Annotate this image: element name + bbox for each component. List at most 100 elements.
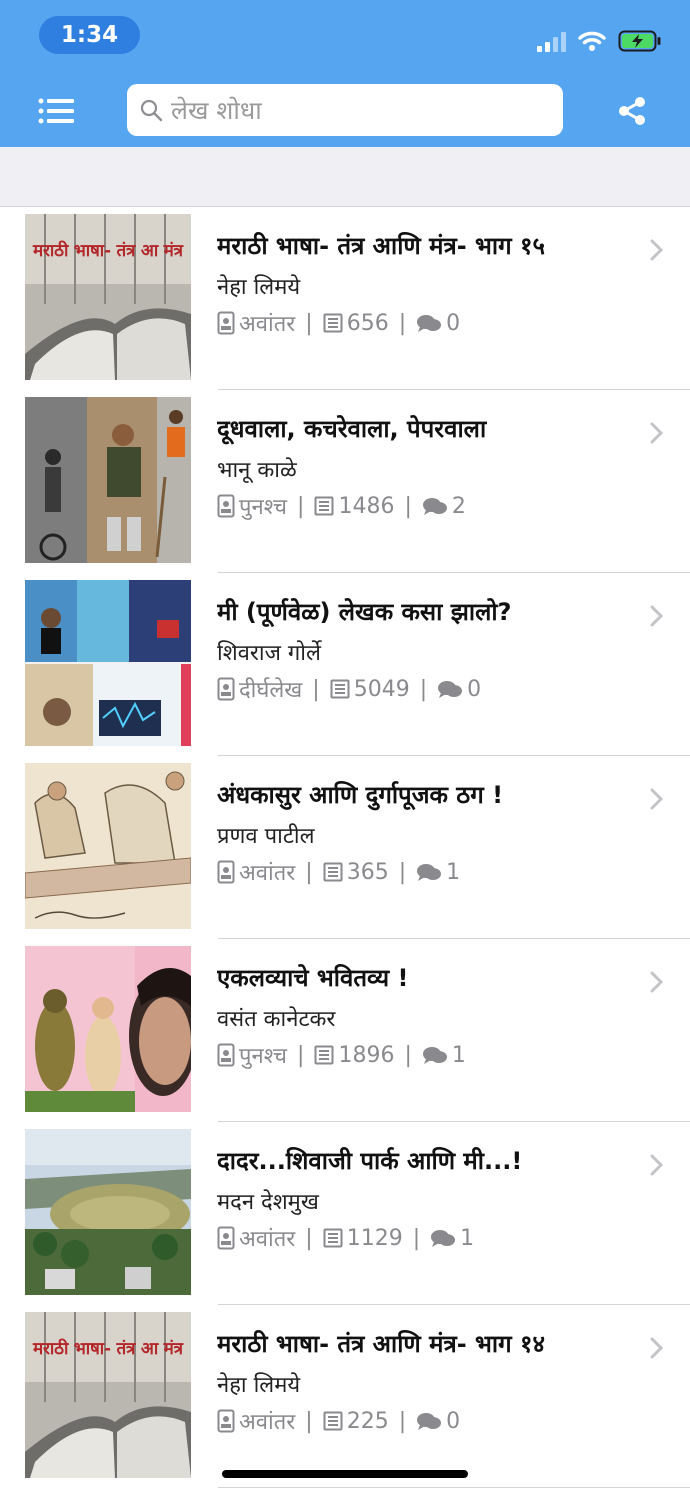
article-row[interactable]: मराठी भाषा- तंत्र आ मंत्र मराठी भाषा- तं…	[0, 1305, 690, 1488]
separator: |	[398, 310, 407, 336]
separator: |	[398, 859, 407, 885]
category-icon	[217, 1409, 235, 1433]
article-comments: 1	[460, 1225, 475, 1251]
views-icon	[323, 313, 343, 333]
article-thumbnail	[25, 1129, 191, 1295]
article-author: नेहा लिमये	[217, 275, 301, 300]
article-views: 5049	[353, 676, 410, 702]
comments-icon	[422, 1047, 447, 1064]
article-category: दीर्घलेख	[239, 678, 303, 703]
article-author: मदन देशमुख	[217, 1190, 319, 1215]
article-category: पुनश्च	[239, 495, 288, 520]
chevron-right-icon	[650, 1337, 664, 1359]
article-meta: अवांतर | 656 | 0	[217, 308, 460, 338]
chevron-right-icon	[650, 788, 664, 810]
article-views: 365	[346, 859, 389, 885]
article-title: एकलव्याचे भवितव्य !	[217, 964, 409, 992]
cellular-signal-icon	[537, 30, 566, 52]
chevron-right-icon	[650, 422, 664, 444]
battery-charging-icon	[618, 30, 661, 52]
article-meta: दीर्घलेख | 5049 | 0	[217, 674, 481, 704]
article-comments: 2	[451, 493, 466, 519]
menu-button[interactable]	[38, 96, 76, 126]
article-category: अवांतर	[239, 1410, 296, 1435]
article-thumbnail	[25, 580, 191, 746]
article-row[interactable]: मराठी भाषा- तंत्र आ मंत्र मराठी भाषा- तं…	[0, 207, 690, 390]
article-meta: अवांतर | 225 | 0	[217, 1406, 460, 1436]
article-row[interactable]: दूधवाला, कचरेवाला, पेपरवाला भानू काळे पु…	[0, 390, 690, 573]
app-header: 1:34	[0, 0, 690, 147]
separator: |	[297, 1042, 305, 1068]
article-author: वसंत कानेटकर	[217, 1007, 336, 1032]
comments-icon	[422, 498, 447, 515]
article-views: 225	[346, 1408, 389, 1434]
article-row[interactable]: दादर...शिवाजी पार्क आणि मी...! मदन देशमु…	[0, 1122, 690, 1305]
list-header-band	[0, 147, 690, 207]
separator: |	[312, 676, 320, 702]
separator: |	[412, 1225, 421, 1251]
category-icon	[217, 311, 235, 335]
status-icons	[537, 26, 662, 56]
comments-icon	[431, 1230, 456, 1247]
article-comments: 1	[451, 1042, 466, 1068]
search-icon	[140, 99, 163, 122]
article-meta: पुनश्च | 1486 | 2	[217, 491, 466, 521]
search-input[interactable]	[171, 95, 541, 125]
views-icon	[330, 679, 350, 699]
article-thumbnail	[25, 946, 191, 1112]
comments-icon	[417, 864, 442, 881]
share-button[interactable]	[616, 95, 648, 127]
article-category: अवांतर	[239, 312, 296, 337]
chevron-right-icon	[650, 605, 664, 627]
article-thumbnail	[25, 763, 191, 929]
views-icon	[314, 1045, 334, 1065]
row-divider	[218, 1487, 690, 1488]
article-category: अवांतर	[239, 861, 296, 886]
separator: |	[305, 859, 313, 885]
article-row[interactable]: एकलव्याचे भवितव्य ! वसंत कानेटकर पुनश्च …	[0, 939, 690, 1122]
category-icon	[217, 1043, 235, 1067]
article-title: अंधकासुर आणि दुर्गापूजक ठग !	[217, 781, 504, 809]
article-thumbnail	[25, 397, 191, 563]
separator: |	[305, 1408, 313, 1434]
search-bar[interactable]	[127, 84, 563, 136]
article-title: मराठी भाषा- तंत्र आणि मंत्र- भाग १४	[217, 1330, 545, 1358]
wifi-icon	[578, 31, 606, 51]
article-meta: अवांतर | 1129 | 1	[217, 1223, 474, 1253]
article-title: दूधवाला, कचरेवाला, पेपरवाला	[217, 415, 487, 443]
chevron-right-icon	[650, 239, 664, 261]
article-views: 1486	[338, 493, 395, 519]
article-title: दादर...शिवाजी पार्क आणि मी...!	[217, 1147, 523, 1175]
status-time: 1:34	[39, 16, 140, 54]
article-author: भानू काळे	[217, 458, 297, 483]
article-comments: 0	[467, 676, 482, 702]
article-thumbnail: मराठी भाषा- तंत्र आ मंत्र	[25, 214, 191, 380]
list-menu-icon	[38, 98, 74, 124]
article-comments: 1	[446, 859, 461, 885]
category-icon	[217, 1226, 235, 1250]
article-comments: 0	[446, 1408, 461, 1434]
article-row[interactable]: अंधकासुर आणि दुर्गापूजक ठग ! प्रणव पाटील…	[0, 756, 690, 939]
article-views: 1896	[338, 1042, 395, 1068]
separator: |	[297, 493, 305, 519]
article-category: पुनश्च	[239, 1044, 288, 1069]
comments-icon	[438, 681, 463, 698]
separator: |	[419, 676, 428, 702]
article-comments: 0	[446, 310, 461, 336]
category-icon	[217, 860, 235, 884]
article-author: शिवराज गोर्ले	[217, 641, 321, 666]
category-icon	[217, 494, 235, 518]
separator: |	[305, 310, 313, 336]
separator: |	[404, 1042, 412, 1068]
share-icon	[619, 97, 645, 125]
thumbnail-caption: मराठी भाषा- तंत्र आ मंत्र	[32, 240, 184, 261]
home-indicator[interactable]	[222, 1470, 468, 1478]
article-views: 1129	[346, 1225, 403, 1251]
article-list: मराठी भाषा- तंत्र आ मंत्र मराठी भाषा- तं…	[0, 207, 690, 1488]
article-meta: पुनश्च | 1896 | 1	[217, 1040, 466, 1070]
article-thumbnail: मराठी भाषा- तंत्र आ मंत्र	[25, 1312, 191, 1478]
views-icon	[323, 1411, 343, 1431]
article-row[interactable]: मी (पूर्णवेळ) लेखक कसा झालो? शिवराज गोर्…	[0, 573, 690, 756]
separator: |	[305, 1225, 313, 1251]
separator: |	[398, 1408, 407, 1434]
